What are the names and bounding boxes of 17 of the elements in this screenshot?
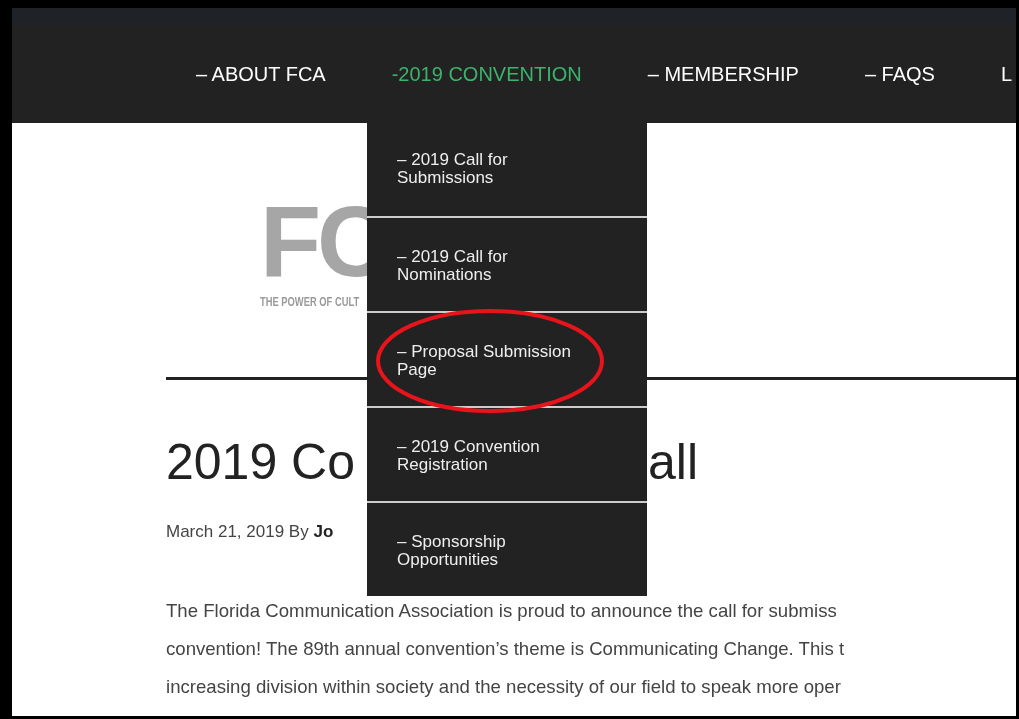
nav-link[interactable]: – FAQS — [864, 62, 935, 86]
paragraph-line: convention! The 89th annual convention’s theme is Communicating Change. This t — [166, 637, 846, 661]
nav-link[interactable]: – ABOUT FCA — [196, 62, 326, 86]
paragraph-line: increasing division within society and the necessity of our field to speak more oper — [166, 675, 842, 699]
post-title: all — [648, 433, 700, 492]
nav-link[interactable]: -2019 CONVENTION — [391, 62, 582, 86]
nav-link[interactable]: – MEMBERSHIP — [647, 62, 799, 86]
menu-item[interactable]: – Sponsorship Opportunities — [367, 501, 647, 596]
menu-item[interactable]: – Proposal Submission Page — [367, 311, 647, 406]
post-meta: March 21, 2019 By Jo — [166, 522, 335, 542]
logo-tagline: THE POWER OF CULT — [260, 295, 360, 309]
menu-item[interactable]: – 2019 Call for Submissions — [367, 121, 647, 216]
nav-link[interactable]: L — [1000, 62, 1013, 86]
menu-item[interactable]: – 2019 Call for Nominations — [367, 216, 647, 311]
post-title: 2019 Co — [166, 433, 357, 492]
paragraph-line: The Florida Communication Association is proud to announce the call for submiss — [166, 599, 838, 623]
menu-item[interactable]: – 2019 Convention Registration — [367, 406, 647, 501]
